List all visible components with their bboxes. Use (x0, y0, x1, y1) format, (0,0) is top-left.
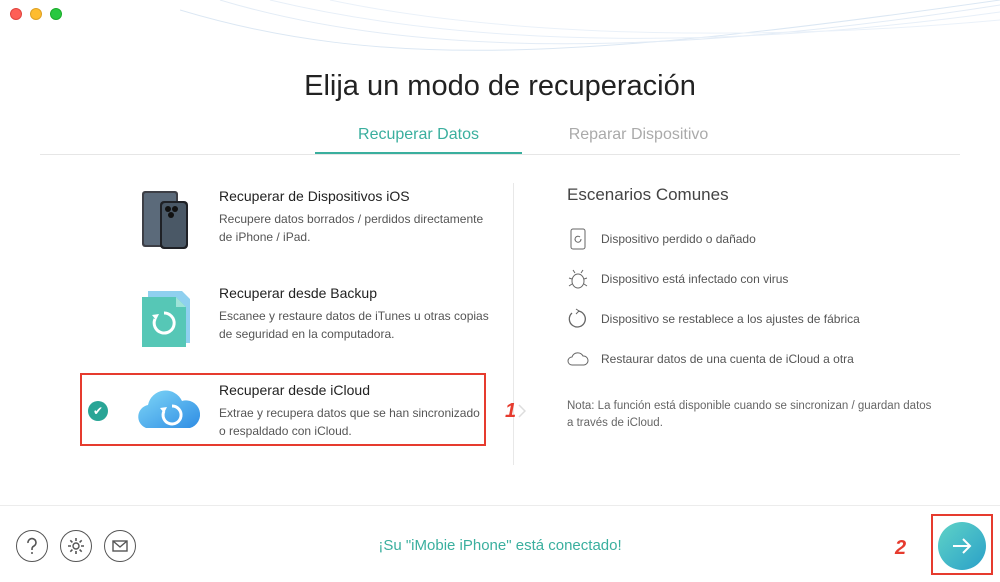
page-title: Elija un modo de recuperación (304, 70, 696, 102)
scenario-item: Dispositivo perdido o dañado (567, 228, 756, 250)
backup-icon (130, 285, 200, 355)
scenarios-title: Escenarios Comunes (567, 185, 729, 204)
note-text: Nota: La función está disponible cuando … (567, 400, 932, 429)
option-title: Recuperar desde Backup (219, 285, 377, 301)
window-controls (10, 8, 62, 20)
cloud-icon (567, 348, 589, 370)
scenario-label: Dispositivo está infectado con virus (601, 272, 789, 286)
option-title: Recuperar de Dispositivos iOS (219, 188, 410, 204)
header-decoration (180, 0, 1000, 51)
scenario-item: Dispositivo está infectado con virus (567, 268, 788, 290)
close-window-button[interactable] (10, 8, 22, 20)
scenario-label: Dispositivo se restablece a los ajustes … (601, 312, 860, 326)
option-backup[interactable]: Recuperar desde Backup Escanee y restaur… (130, 285, 490, 365)
option-icloud[interactable]: Recuperar desde iCloud Extrae y recupera… (130, 382, 490, 462)
mode-tabs: Recuperar Datos Reparar Dispositivo (40, 120, 960, 155)
reset-icon (567, 308, 589, 330)
phone-refresh-icon (567, 228, 589, 250)
scenario-label: Restaurar datos de una cuenta de iCloud … (601, 352, 854, 366)
option-ios-device[interactable]: Recuperar de Dispositivos iOS Recupere d… (130, 188, 490, 268)
arrow-right-icon (953, 538, 972, 554)
minimize-window-button[interactable] (30, 8, 42, 20)
maximize-window-button[interactable] (50, 8, 62, 20)
connection-status: ¡Su "iMobie iPhone" está conectado! (378, 537, 622, 554)
tab-recuperar-datos[interactable]: Recuperar Datos (315, 126, 522, 154)
annotation-marker-1: 1 (505, 400, 517, 422)
option-description: Extrae y recupera datos que se han sincr… (219, 406, 480, 438)
tab-reparar-dispositivo[interactable]: Reparar Dispositivo (535, 126, 742, 144)
bug-icon (567, 268, 589, 290)
annotation-marker-2: 2 (895, 537, 907, 559)
option-title: Recuperar desde iCloud (219, 382, 370, 398)
option-description: Recupere datos borrados / perdidos direc… (219, 212, 484, 244)
next-button[interactable] (938, 522, 986, 570)
scenario-item: Dispositivo se restablece a los ajustes … (567, 308, 860, 330)
option-description: Escanee y restaure datos de iTunes u otr… (219, 309, 489, 341)
scenario-label: Dispositivo perdido o dañado (601, 232, 756, 246)
icloud-icon (132, 378, 204, 448)
chevron-right-icon (518, 404, 526, 418)
scenario-item: Restaurar datos de una cuenta de iCloud … (567, 348, 854, 370)
iphone-icon (130, 188, 200, 258)
checkmark-icon: ✔ (88, 401, 108, 421)
